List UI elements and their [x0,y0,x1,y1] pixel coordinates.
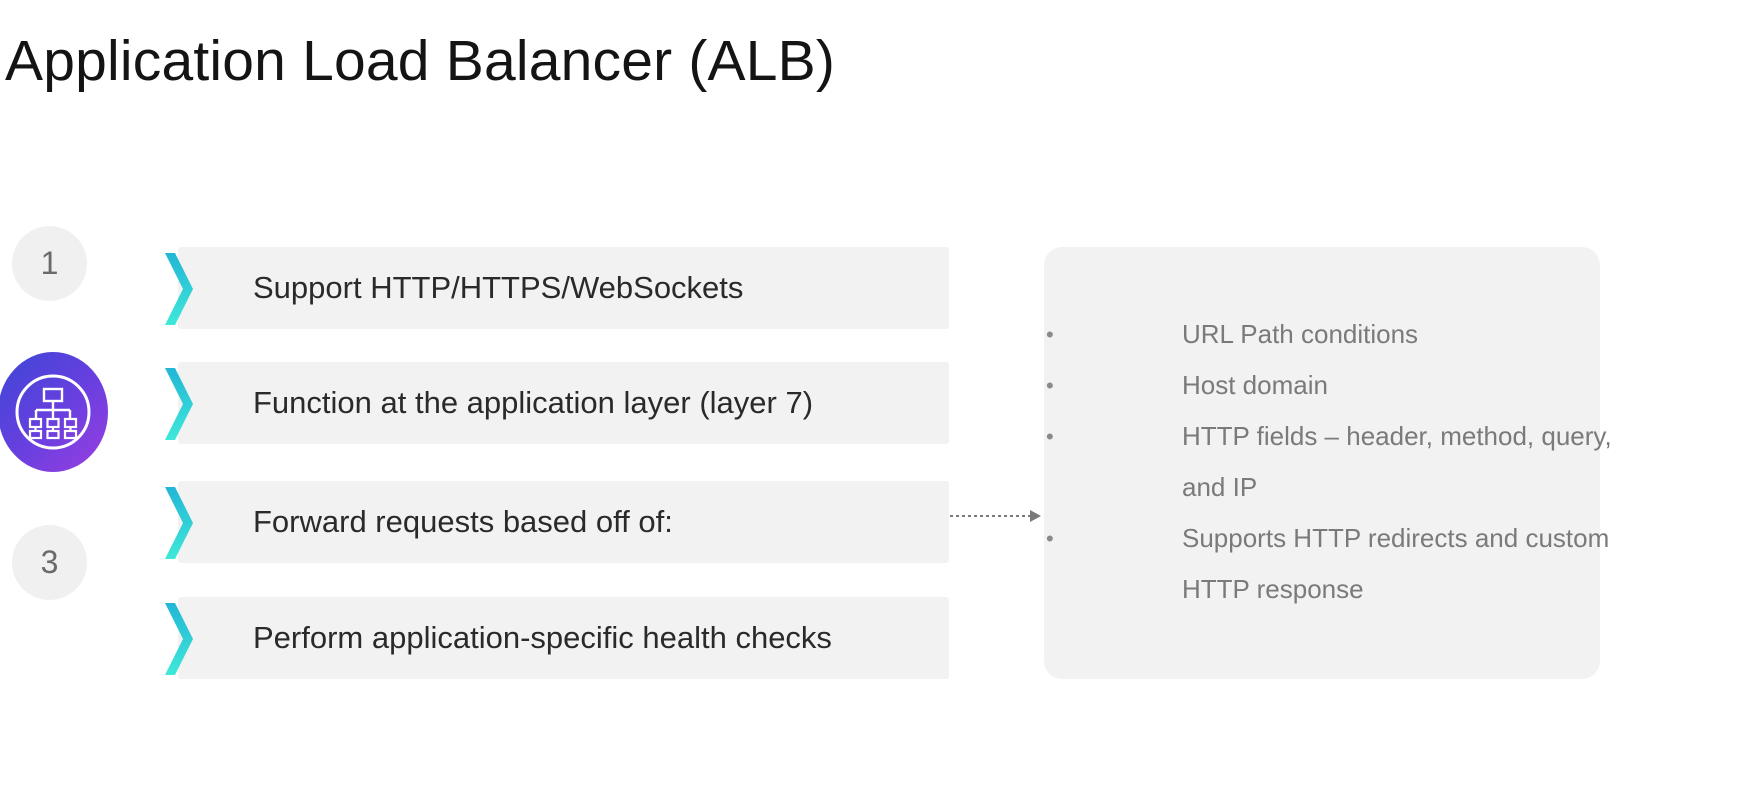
criteria-text: Host domain [1182,370,1328,400]
chevron-right-icon [165,368,193,440]
bullet-icon: • [1046,373,1054,398]
chevron-right-icon [165,603,193,675]
list-item: • Supports HTTP redirects and custom HTT… [1000,513,1609,615]
feature-text: Forward requests based off of: [253,504,673,539]
network-hierarchy-icon [14,373,92,451]
feature-text: Perform application-specific health chec… [253,620,832,655]
forwarding-criteria-panel: • URL Path conditions • Host domain • HT… [1044,247,1612,679]
step-number: 1 [40,245,59,281]
criteria-text: HTTP fields – header, method, query, and… [1182,421,1612,502]
step-circle-3: 3 [12,525,87,600]
list-item: • HTTP fields – header, method, query, a… [1000,411,1612,513]
step-number: 3 [40,544,59,580]
chevron-right-icon [165,253,193,325]
feature-text: Function at the application layer (layer… [253,385,814,420]
criteria-text: Supports HTTP redirects and custom HTTP … [1182,523,1610,604]
bullet-icon: • [1046,526,1054,551]
slide-title: Application Load Balancer (ALB) [5,29,836,93]
criteria-text: URL Path conditions [1182,319,1419,349]
feature-item-1: Support HTTP/HTTPS/WebSockets [165,247,949,329]
criteria-list: • URL Path conditions • Host domain • HT… [1046,309,1612,615]
step-circle-1: 1 [12,226,87,301]
feature-item-2: Function at the application layer (layer… [165,362,949,444]
chevron-right-icon [165,487,193,559]
feature-item-4: Perform application-specific health chec… [165,597,949,679]
list-item: • Host domain [1000,360,1580,411]
feature-item-3: Forward requests based off of: [165,481,949,563]
bullet-icon: • [1046,424,1054,449]
step-circle-active [0,352,108,472]
list-item: • URL Path conditions [1000,309,1580,360]
bullet-icon: • [1046,322,1054,347]
feature-text: Support HTTP/HTTPS/WebSockets [253,270,744,305]
